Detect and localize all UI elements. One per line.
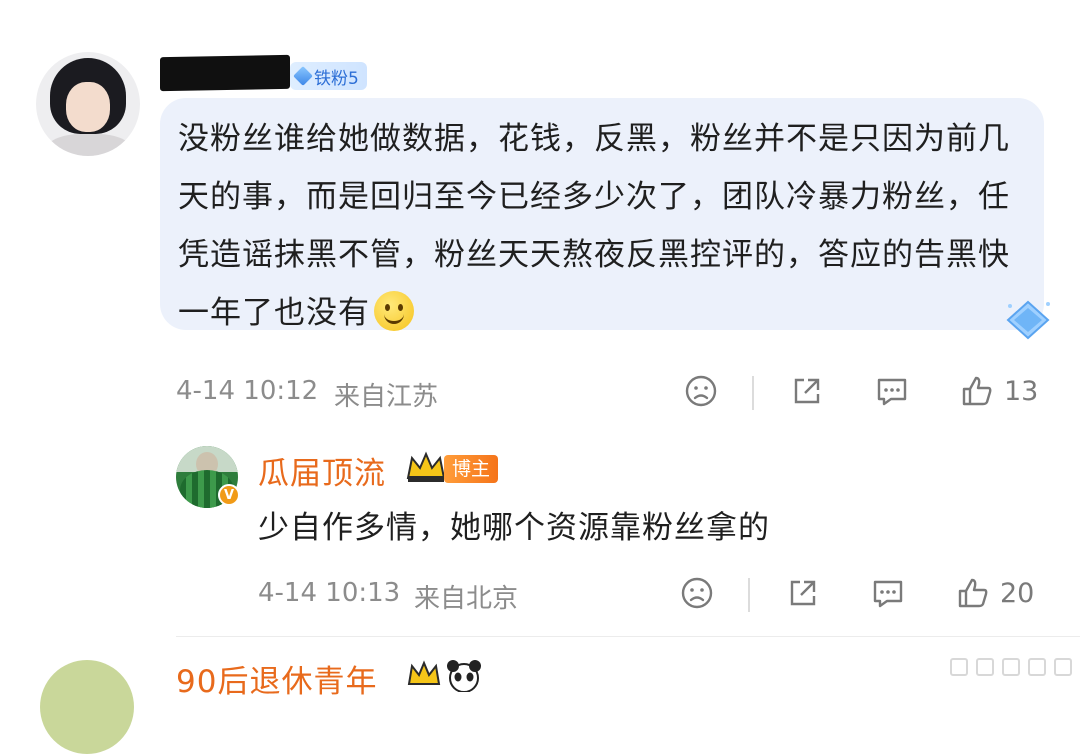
reply-like-button[interactable]: 20 <box>956 576 1034 610</box>
separator-line <box>176 636 1080 637</box>
diamond-icon <box>293 66 313 86</box>
option-box-icon <box>1002 658 1020 676</box>
comment-icon <box>877 378 907 406</box>
share-icon <box>794 378 820 404</box>
panda-icon <box>447 660 481 692</box>
redacted-username <box>160 54 290 92</box>
sad-face-icon <box>681 577 713 609</box>
avatar-body <box>46 134 132 156</box>
comment-text: 没粉丝谁给她做数据，花钱，反黑，粉丝并不是只因为前几天的事，而是回归至今已经多少… <box>178 110 1018 342</box>
next-comment-username[interactable]: 90后退休青年 <box>176 656 377 701</box>
option-box-icon <box>1028 658 1046 676</box>
comment-location: 来自江苏 <box>334 382 439 412</box>
reply-share-button[interactable] <box>786 576 820 610</box>
action-divider <box>748 578 750 612</box>
reply-text: 少自作多情，她哪个资源靠粉丝拿的 <box>258 510 770 546</box>
reply-timestamp: 4-14 10:13 <box>258 578 401 608</box>
like-count: 13 <box>1004 375 1039 407</box>
reply-comment-button[interactable] <box>870 576 906 610</box>
smile-emoji-icon <box>374 291 414 331</box>
sad-face-icon <box>685 375 717 407</box>
action-divider <box>752 376 754 410</box>
option-box-icon <box>976 658 994 676</box>
reply-dislike-button[interactable] <box>680 576 714 610</box>
share-icon <box>790 580 816 606</box>
verified-v-icon: V <box>218 484 240 506</box>
next-commenter-avatar[interactable] <box>40 660 134 754</box>
more-options-button[interactable] <box>950 658 1072 676</box>
blogger-badge: 博主 <box>444 455 499 483</box>
comment-body: 没粉丝谁给她做数据，花钱，反黑，粉丝并不是只因为前几天的事，而是回归至今已经多少… <box>178 121 1010 331</box>
reply-location: 来自北京 <box>414 584 519 614</box>
option-box-icon <box>950 658 968 676</box>
reply-like-count: 20 <box>1000 577 1035 609</box>
like-button[interactable]: 13 <box>960 374 1038 408</box>
diamond-decoration-icon <box>1006 300 1050 340</box>
avatar-face <box>66 82 110 132</box>
commenter-avatar[interactable] <box>36 52 140 156</box>
comment-button[interactable] <box>874 374 910 408</box>
thumbs-up-icon <box>958 578 988 608</box>
option-box-icon <box>1054 658 1072 676</box>
comment-timestamp: 4-14 10:12 <box>176 376 319 406</box>
comment-icon <box>873 580 903 608</box>
dislike-button[interactable] <box>684 374 718 408</box>
share-button[interactable] <box>790 374 824 408</box>
reply-username[interactable]: 瓜届顶流 <box>258 448 386 493</box>
thumbs-up-icon <box>962 376 992 406</box>
crown-icon <box>406 451 446 482</box>
fan-level-badge: 铁粉5 <box>290 62 367 90</box>
fan-badge-label: 铁粉5 <box>314 68 359 89</box>
